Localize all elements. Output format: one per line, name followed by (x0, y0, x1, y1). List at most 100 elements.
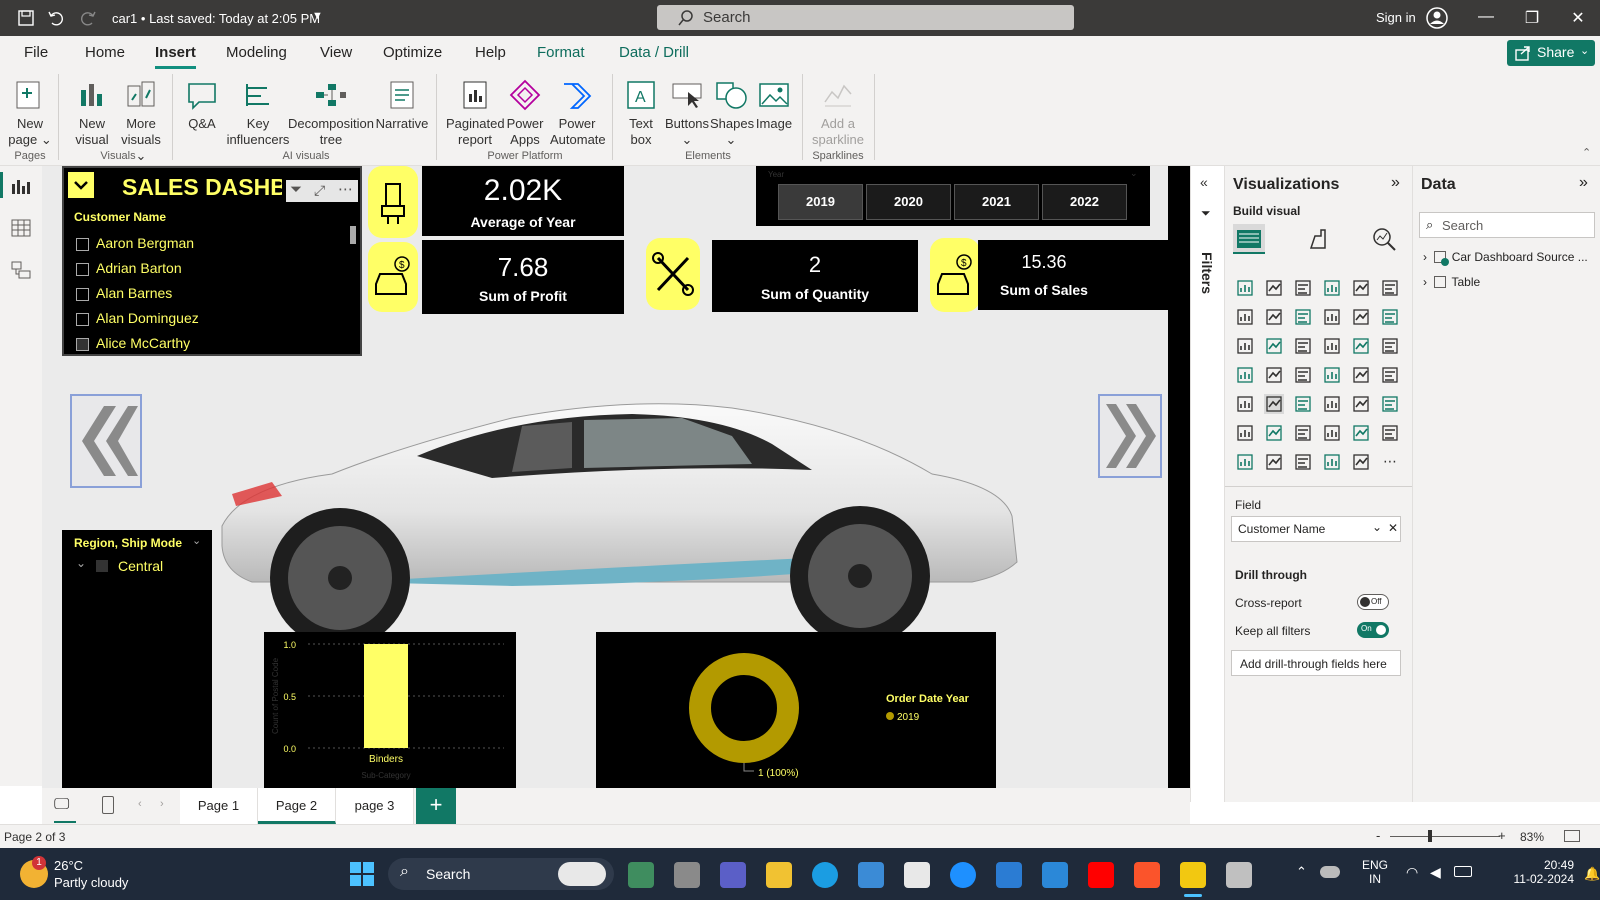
slicer-icon[interactable] (1264, 394, 1284, 414)
power-apps-icon[interactable] (1322, 452, 1342, 472)
key-influencers-icon[interactable] (1235, 423, 1255, 443)
chevron-down-icon[interactable]: ⌄ (1372, 520, 1382, 534)
app-icon-mysql[interactable] (858, 862, 884, 888)
battery-icon[interactable] (1454, 866, 1472, 877)
pie-icon[interactable] (1322, 336, 1342, 356)
collapse-data-pane-icon[interactable]: » (1579, 174, 1588, 192)
next-page-button[interactable] (1098, 394, 1162, 478)
menu-modeling[interactable]: Modeling (226, 44, 287, 61)
undo-icon[interactable] (46, 8, 66, 28)
paginated-report-button[interactable]: Paginated report (446, 78, 505, 148)
table-item[interactable]: › Table (1423, 275, 1480, 289)
onedrive-icon[interactable] (1320, 866, 1340, 878)
new-visual-button[interactable]: New visual (72, 78, 112, 148)
year-button-2019[interactable]: 2019 (778, 184, 863, 220)
show-hidden-icons[interactable]: ⌃ (1296, 864, 1307, 880)
customer-checkbox[interactable] (76, 238, 89, 251)
desktop-layout-icon[interactable]: 🖵 (54, 796, 69, 814)
customer-slicer[interactable]: SALES DASHBO ⏷ ⤢ ⋯ Customer Name Aaron B… (62, 166, 362, 356)
azure-map-icon[interactable] (1293, 365, 1313, 385)
donut-chart[interactable]: 1 (100%) Order Date Year 2019 (596, 632, 996, 788)
app-icon-store[interactable] (628, 862, 654, 888)
area-chart-icon[interactable] (1264, 307, 1284, 327)
remove-field-icon[interactable]: ✕ (1388, 521, 1398, 535)
add-sparkline-button[interactable]: Add a sparkline (810, 78, 866, 148)
customer-name[interactable]: Adrian Barton (96, 260, 182, 276)
region-item[interactable]: Central (118, 558, 163, 574)
100-column-icon[interactable] (1380, 278, 1400, 298)
shapes-button[interactable]: Shapes ⌄ (710, 78, 754, 148)
expand-chevron-icon[interactable]: ⌄ (76, 556, 86, 570)
help-icon[interactable] (950, 862, 976, 888)
paginated-icon[interactable] (1380, 423, 1400, 443)
scroll-right-icon[interactable]: › (160, 798, 164, 810)
collapse-pane-icon[interactable]: » (1391, 174, 1400, 192)
narrative-button[interactable]: Narrative (374, 78, 430, 132)
edge-icon[interactable] (812, 862, 838, 888)
menu-file[interactable]: File (24, 44, 48, 61)
language-indicator[interactable]: ENG IN (1362, 858, 1388, 886)
waterfall-icon[interactable] (1235, 336, 1255, 356)
customer-name[interactable]: Alan Dominguez (96, 310, 199, 326)
account-icon[interactable] (1426, 7, 1448, 29)
donut-icon[interactable] (1351, 336, 1371, 356)
text-box-button[interactable]: A Text box (622, 78, 660, 148)
wifi-icon[interactable]: ◠ (1406, 864, 1418, 881)
sign-in-link[interactable]: Sign in (1376, 10, 1416, 25)
stacked-column-icon[interactable] (1264, 278, 1284, 298)
qa-button[interactable]: Q&A (184, 78, 220, 132)
r-visual-icon[interactable] (1351, 394, 1371, 414)
gauge-icon[interactable] (1322, 365, 1342, 385)
save-icon[interactable] (16, 8, 36, 28)
focus-mode-icon[interactable]: ⤢ (314, 182, 325, 199)
cross-report-toggle[interactable]: Off (1357, 594, 1389, 610)
custom-visual-2-icon[interactable] (1264, 452, 1284, 472)
taskbar-search[interactable]: ⌕ Search (388, 858, 614, 890)
power-apps-button[interactable]: Power Apps (504, 78, 546, 148)
decomposition-tree-icon[interactable] (1264, 423, 1284, 443)
app-icon-files[interactable] (674, 862, 700, 888)
brave-icon[interactable] (1134, 862, 1160, 888)
data-search-input[interactable]: ⌕ Search (1419, 212, 1595, 238)
stacked-area-icon[interactable] (1293, 307, 1313, 327)
customer-name[interactable]: Alice McCarthy (96, 335, 190, 351)
bar-chart[interactable]: 1.0 0.5 0.0 Binders Count of Postal Code Sub-… (264, 632, 516, 788)
ribbon-chart-icon[interactable] (1380, 307, 1400, 327)
model-view-icon[interactable] (10, 260, 32, 280)
kpi-sum-sales[interactable]: 15.36 Sum of Sales (978, 240, 1190, 310)
menu-optimize[interactable]: Optimize (383, 44, 442, 61)
key-influencers-button[interactable]: Key influencers (226, 78, 290, 148)
custom-visual-1-icon[interactable] (1235, 452, 1255, 472)
year-button-2020[interactable]: 2020 (866, 184, 951, 220)
card-icon[interactable] (1351, 365, 1371, 385)
minimize-icon[interactable]: — (1476, 8, 1496, 28)
volume-icon[interactable]: ◀ (1430, 864, 1441, 881)
add-page-button[interactable]: + (416, 788, 456, 824)
menu-data-drill[interactable]: Data / Drill (619, 44, 689, 61)
power-bi-icon[interactable] (1180, 862, 1206, 888)
app-icon-snipping[interactable] (1226, 862, 1252, 888)
close-icon[interactable]: ✕ (1568, 8, 1588, 28)
kpi-sum-quantity[interactable]: 2 Sum of Quantity (712, 240, 918, 312)
metrics-icon[interactable] (1351, 423, 1371, 443)
region-slicer[interactable]: Region, Ship Mode ⌄ ⌄ Central (62, 530, 212, 788)
kpi-sum-profit[interactable]: 7.68 Sum of Profit (422, 240, 624, 314)
narrative-icon[interactable] (1322, 423, 1342, 443)
keep-filters-toggle[interactable]: On (1357, 622, 1389, 638)
previous-page-button[interactable] (70, 394, 142, 488)
analytics-icon[interactable] (1371, 226, 1397, 252)
kpi-icon[interactable] (1235, 394, 1255, 414)
python-visual-icon[interactable] (1380, 394, 1400, 414)
menu-format[interactable]: Format (537, 44, 585, 61)
customer-checkbox[interactable] (76, 263, 89, 276)
kpi-average-year[interactable]: 2.02K Average of Year (422, 166, 624, 236)
report-view-icon[interactable] (10, 176, 32, 196)
file-explorer-icon[interactable] (766, 862, 792, 888)
table-item[interactable]: › Car Dashboard Source ... (1423, 250, 1588, 266)
zoom-slider[interactable] (1390, 836, 1500, 837)
customer-checkbox[interactable] (76, 313, 89, 326)
share-button[interactable]: Share ⌄ (1507, 40, 1595, 66)
chevron-down-icon[interactable]: ⌄ (192, 534, 201, 547)
buttons-button[interactable]: Buttons ⌄ (664, 78, 710, 148)
zoom-out-button[interactable]: - (1376, 828, 1380, 843)
